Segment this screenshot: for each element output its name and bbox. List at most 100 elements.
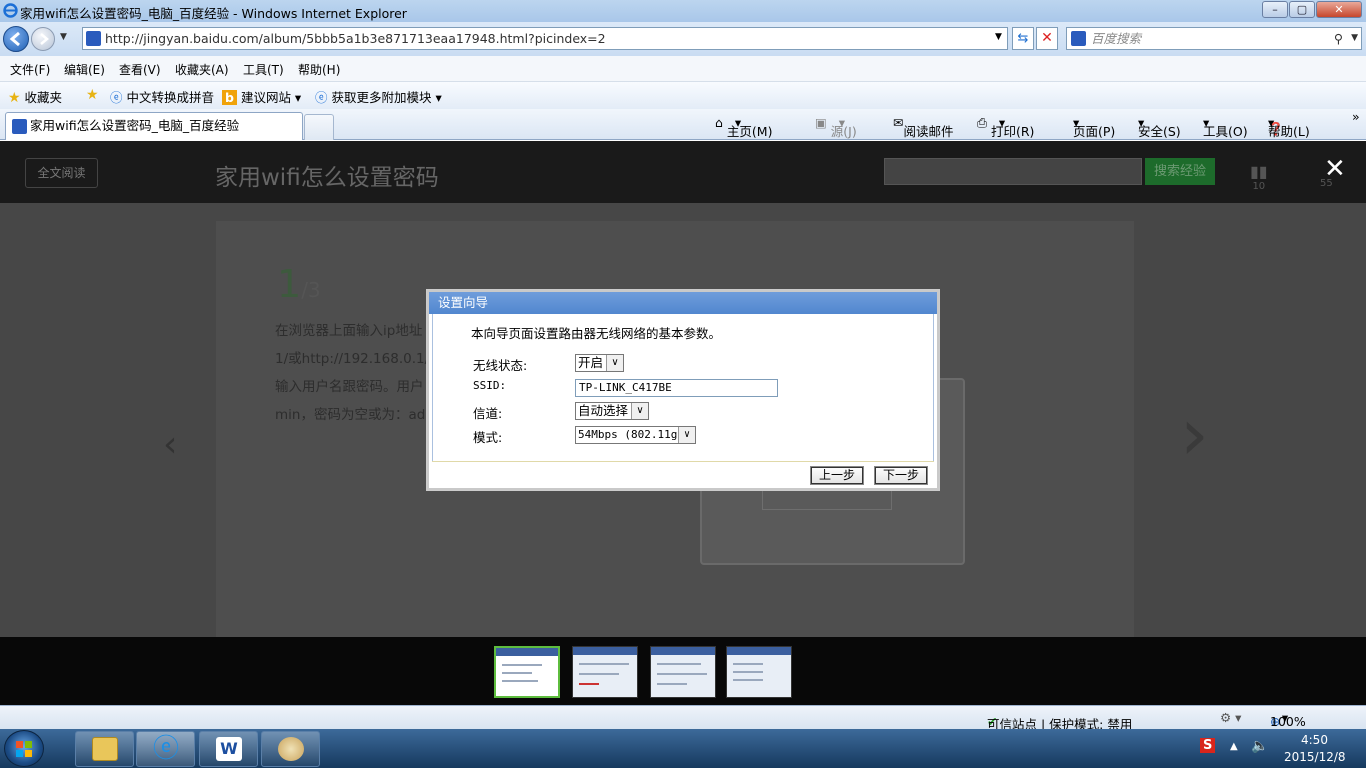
minimize-button[interactable]: – bbox=[1262, 1, 1288, 18]
new-tab-button[interactable] bbox=[304, 114, 334, 140]
search-options-dropdown-icon[interactable]: ▼ bbox=[1351, 28, 1358, 49]
explorer-icon bbox=[92, 737, 118, 761]
next-step-button[interactable]: 下一步 bbox=[874, 466, 928, 485]
home-button[interactable]: ⌂ 主页(M) ▾ bbox=[715, 115, 772, 139]
word-icon: W bbox=[216, 737, 242, 761]
taskbar-paint[interactable] bbox=[261, 731, 320, 767]
step-text-line: 在浏览器上面输入ip地址 bbox=[275, 323, 423, 339]
chevron-down-icon: ∨ bbox=[631, 403, 648, 419]
read-mail-button[interactable]: ✉ 阅读邮件 bbox=[893, 115, 954, 139]
experience-search-input[interactable] bbox=[884, 158, 1142, 185]
mode-select[interactable]: 54Mbps (802.11g) ∨ bbox=[575, 426, 696, 444]
taskbar-ie[interactable]: ⓔ bbox=[136, 731, 195, 767]
dialog-divider bbox=[432, 461, 934, 462]
safety-menu-button[interactable]: 安全(S) ▾ bbox=[1138, 115, 1181, 139]
fav-item-label: 建议网站 ▾ bbox=[240, 90, 302, 105]
fav-item-label: 中文转换成拼音 bbox=[126, 90, 215, 105]
search-input[interactable]: 百度搜索 ⚲ ▼ bbox=[1066, 27, 1362, 50]
thumbnail-3[interactable] bbox=[650, 646, 716, 698]
maximize-button[interactable]: ▢ bbox=[1289, 1, 1315, 18]
menu-tools[interactable]: 工具(T) bbox=[243, 61, 284, 78]
window-title: 家用wifi怎么设置密码_电脑_百度经验 - Windows Internet … bbox=[20, 6, 407, 21]
prev-step-button[interactable]: 上一步 bbox=[810, 466, 864, 485]
search-placeholder: 百度搜索 bbox=[1091, 31, 1142, 46]
star-icon: ★ bbox=[8, 90, 21, 106]
fav-item-addons[interactable]: ⓔ 获取更多附加模块 ▾ bbox=[315, 87, 442, 106]
navigation-bar: ▼ http://jingyan.baidu.com/album/5bbb5a1… bbox=[0, 22, 1366, 56]
taskbar-explorer[interactable] bbox=[75, 731, 134, 767]
vote-stat[interactable]: ▮▮ 10 bbox=[1250, 162, 1268, 192]
fav-item-suggested-sites[interactable]: b 建议网站 ▾ bbox=[222, 87, 301, 106]
tab-title: 家用wifi怎么设置密码_电脑_百度经验 bbox=[30, 118, 240, 133]
site-favicon bbox=[86, 31, 101, 46]
start-button[interactable] bbox=[4, 730, 44, 767]
dialog-body: 本向导页面设置路由器无线网络的基本参数。 无线状态: 开启 ∨ SSID: TP-… bbox=[432, 314, 934, 462]
back-button[interactable] bbox=[3, 26, 29, 52]
volume-icon[interactable]: 🔈 bbox=[1251, 738, 1268, 754]
thumbnail-4[interactable] bbox=[726, 646, 792, 698]
thumbnail-2[interactable] bbox=[572, 646, 638, 698]
fav-item-pinyin[interactable]: ⓔ 中文转换成拼音 bbox=[110, 87, 214, 106]
clock-date[interactable]: 2015/12/8 bbox=[1284, 750, 1346, 764]
chevron-down-icon: ∨ bbox=[678, 427, 695, 443]
menu-help[interactable]: 帮助(H) bbox=[298, 61, 340, 78]
chevron-more-icon[interactable]: » bbox=[1352, 109, 1360, 124]
print-button[interactable]: ⎙ 打印(R) ▾ bbox=[977, 115, 1034, 139]
mode-label: 模式: bbox=[473, 430, 503, 445]
zoom-button[interactable]: ⊕ 100% ▾ bbox=[1270, 710, 1306, 729]
address-dropdown-icon[interactable]: ▼ bbox=[995, 32, 1002, 42]
protected-mode-icon[interactable]: ⚙ ▾ bbox=[1220, 710, 1241, 725]
search-icon[interactable]: ⚲ bbox=[1334, 28, 1343, 49]
menu-favorites[interactable]: 收藏夹(A) bbox=[175, 61, 229, 78]
address-url: http://jingyan.baidu.com/album/5bbb5a1b3… bbox=[105, 31, 606, 46]
next-image-arrow-icon[interactable]: › bbox=[1180, 398, 1209, 470]
menu-file[interactable]: 文件(F) bbox=[10, 61, 50, 78]
full-text-button[interactable]: 全文阅读 bbox=[25, 158, 98, 188]
tab-bar: 家用wifi怎么设置密码_电脑_百度经验 ⌂ 主页(M) ▾ ▣ 源(J) ▾ … bbox=[0, 109, 1366, 140]
search-experience-button[interactable]: 搜索经验 bbox=[1145, 158, 1215, 185]
favorites-bar: ★ 收藏夹 ★ ⓔ 中文转换成拼音 b 建议网站 ▾ ⓔ 获取更多附加模块 ▾ bbox=[0, 82, 1366, 109]
ie-icon: ⓔ bbox=[153, 734, 180, 764]
window-titlebar: 家用wifi怎么设置密码_电脑_百度经验 - Windows Internet … bbox=[0, 0, 1366, 22]
chevron-down-icon: ∨ bbox=[606, 355, 623, 371]
ie-page-icon: ⓔ bbox=[110, 90, 123, 105]
recent-pages-dropdown-icon[interactable]: ▼ bbox=[60, 32, 67, 42]
address-bar[interactable]: http://jingyan.baidu.com/album/5bbb5a1b3… bbox=[82, 27, 1008, 50]
menu-edit[interactable]: 编辑(E) bbox=[64, 61, 105, 78]
menu-view[interactable]: 查看(V) bbox=[119, 61, 161, 78]
setup-wizard-dialog: 设置向导 本向导页面设置路由器无线网络的基本参数。 无线状态: 开启 ∨ SSID… bbox=[426, 289, 940, 491]
ssid-field[interactable]: TP-LINK_C417BE bbox=[575, 379, 778, 397]
stop-icon[interactable]: ✕ bbox=[1036, 27, 1058, 50]
forward-button[interactable] bbox=[31, 27, 55, 51]
wireless-status-select[interactable]: 开启 ∨ bbox=[575, 354, 624, 372]
step-text-line: 1/或http://192.168.0.1/出 bbox=[275, 351, 443, 367]
show-hidden-icons-icon[interactable]: ▲ bbox=[1230, 741, 1238, 752]
help-menu-button[interactable]: ❓ 帮助(L) ▾ bbox=[1268, 115, 1310, 139]
dialog-title: 设置向导 bbox=[429, 292, 937, 314]
tab-active[interactable]: 家用wifi怎么设置密码_电脑_百度经验 bbox=[5, 112, 303, 140]
thumbnail-1[interactable] bbox=[494, 646, 560, 698]
page-title: 家用wifi怎么设置密码 bbox=[215, 165, 439, 191]
page-counter: 1/3 bbox=[277, 262, 321, 306]
status-bar: ✔ 可信站点 | 保护模式: 禁用 ⚙ ▾ ⊕ 100% ▾ bbox=[0, 705, 1366, 732]
close-album-icon[interactable]: ✕ bbox=[1324, 156, 1346, 182]
channel-select[interactable]: 自动选择 ∨ bbox=[575, 402, 649, 420]
menu-bar: 文件(F) 编辑(E) 查看(V) 收藏夹(A) 工具(T) 帮助(H) bbox=[0, 56, 1366, 82]
sogou-ime-icon[interactable]: S bbox=[1200, 738, 1216, 753]
prev-image-arrow-icon[interactable]: ‹ bbox=[163, 424, 177, 465]
step-text-line: 输入用户名跟密码。用户 bbox=[275, 379, 424, 395]
add-favorite-icon[interactable]: ★ bbox=[86, 87, 99, 103]
refresh-icon[interactable]: ⇆ bbox=[1012, 27, 1034, 50]
feeds-button[interactable]: ▣ 源(J) ▾ bbox=[815, 115, 857, 139]
close-window-button[interactable]: ✕ bbox=[1316, 1, 1362, 18]
baidu-search-icon bbox=[1071, 31, 1086, 46]
taskbar-word[interactable]: W bbox=[199, 731, 258, 767]
channel-label: 信道: bbox=[473, 406, 503, 421]
page-menu-button[interactable]: 页面(P) ▾ bbox=[1073, 115, 1115, 139]
ssid-label: SSID: bbox=[473, 379, 507, 392]
clock-time[interactable]: 4:50 bbox=[1301, 733, 1328, 747]
favorites-label: 收藏夹 bbox=[24, 90, 63, 105]
favorites-button[interactable]: ★ 收藏夹 bbox=[8, 87, 62, 106]
wireless-status-label: 无线状态: bbox=[473, 358, 528, 373]
tools-menu-button[interactable]: 工具(O) ▾ bbox=[1203, 115, 1248, 139]
